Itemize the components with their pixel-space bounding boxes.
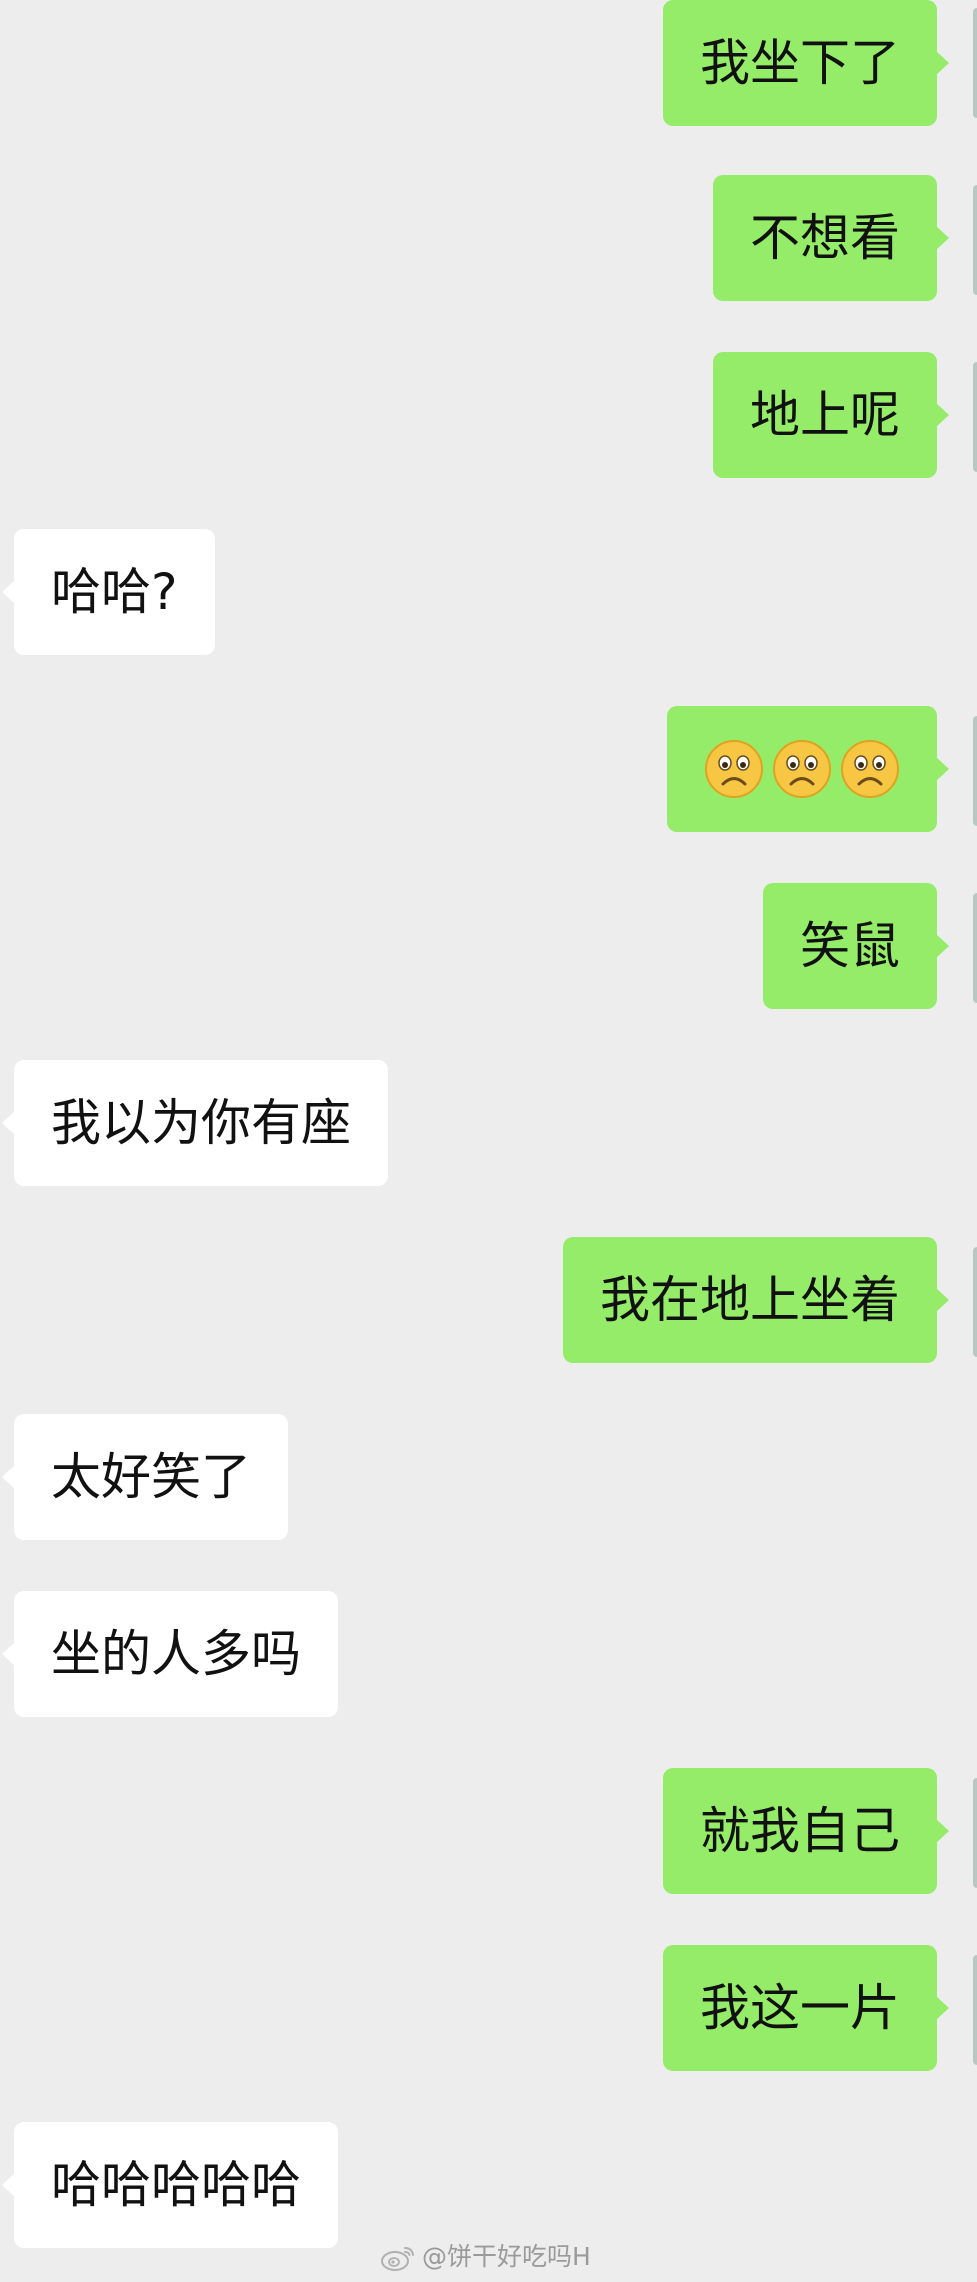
self-avatar-edge [973, 893, 977, 1003]
weibo-watermark: @饼干好吃吗H [380, 2242, 591, 2272]
message-text: 太好笑了 [51, 1448, 251, 1506]
message-bubble-self: 地上呢 [713, 352, 949, 478]
message-text: 哈哈哈哈哈 [51, 2156, 301, 2214]
self-avatar-edge [973, 1247, 977, 1357]
message-text: 笑鼠 [800, 917, 900, 975]
self-avatar-edge [973, 1778, 977, 1888]
message-bubble-self [667, 706, 949, 832]
message-bubble-other: 我以为你有座 [2, 1060, 388, 1186]
message-text: 我坐下了 [700, 34, 900, 92]
self-avatar-edge [973, 716, 977, 826]
weibo-icon [381, 2247, 414, 2271]
message-bubble-other: 哈哈哈哈哈 [2, 2122, 338, 2248]
message-bubble-self: 我在地上坐着 [563, 1237, 949, 1363]
self-avatar-edge [973, 8, 977, 118]
message-text: 不想看 [750, 209, 900, 267]
message-text: 我以为你有座 [51, 1094, 351, 1152]
self-avatar-edge [973, 185, 977, 295]
message-bubble-other: 坐的人多吗 [2, 1591, 338, 1717]
message-bubble-self: 我坐下了 [663, 0, 949, 126]
message-bubble-self: 不想看 [713, 175, 949, 301]
message-bubble-self: 笑鼠 [763, 883, 949, 1009]
frowning-face-icon [773, 740, 831, 798]
frowning-face-icon [705, 740, 763, 798]
message-text: 就我自己 [700, 1802, 900, 1860]
message-text: 地上呢 [750, 386, 900, 444]
message-text: 我这一片 [700, 1979, 900, 2037]
message-text: 我在地上坐着 [600, 1271, 900, 1329]
emoji-row [704, 706, 900, 832]
message-text: 坐的人多吗 [51, 1625, 301, 1683]
message-bubble-self: 就我自己 [663, 1768, 949, 1894]
frowning-face-icon [841, 740, 899, 798]
message-bubble-other: 哈哈? [2, 529, 215, 655]
self-avatar-edge [973, 1955, 977, 2065]
chat-conversation: 我坐下了 不想看 地上呢 哈哈? 笑鼠 我以为你有座 我在地上坐着 太好笑了 坐… [0, 0, 977, 2282]
message-bubble-self: 我这一片 [663, 1945, 949, 2071]
message-bubble-other: 太好笑了 [2, 1414, 288, 1540]
self-avatar-edge [973, 362, 977, 472]
watermark-text: @饼干好吃吗H [422, 2242, 591, 2271]
message-text: 哈哈? [51, 563, 178, 621]
